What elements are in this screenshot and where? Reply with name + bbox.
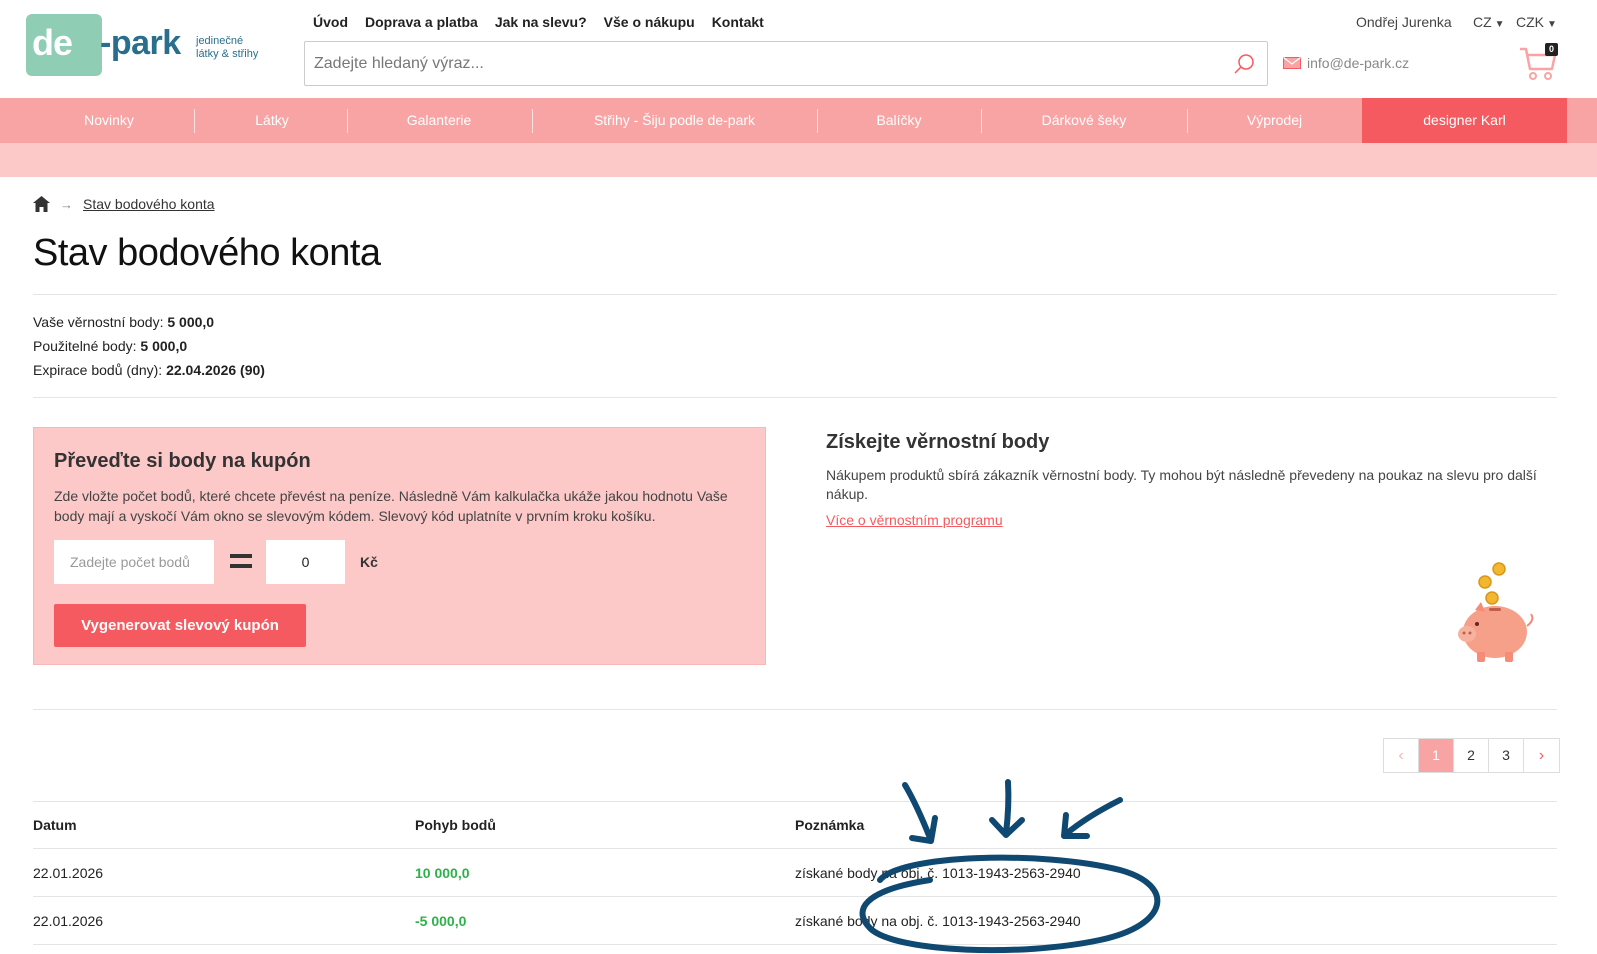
cell-note: získané body na obj. č. 1013-1943-2563-2…	[795, 913, 1081, 929]
column-header-date: Datum	[33, 817, 77, 833]
pagination-page-2[interactable]: 2	[1454, 739, 1489, 772]
currency-label: Kč	[360, 554, 378, 570]
logo-tagline: jedinečné látky & střihy	[196, 35, 276, 61]
cell-points: 10 000,0	[415, 865, 470, 881]
category-balicky[interactable]: Balíčky	[817, 98, 981, 143]
user-account-link[interactable]: Ondřej Jurenka	[1356, 14, 1452, 30]
logo-tagline-line-1: jedinečné	[196, 35, 244, 47]
email-text: info@de-park.cz	[1307, 55, 1410, 71]
search-input[interactable]	[305, 42, 1205, 85]
cell-note: získané body na obj. č. 1013-1943-2563-2…	[795, 865, 1081, 881]
usable-points-row: Použitelné body: 5 000,0	[33, 334, 265, 358]
loyalty-program-link[interactable]: Více o věrnostním programu	[826, 512, 1003, 528]
equals-icon	[230, 552, 252, 572]
page-title: Stav bodového konta	[33, 232, 381, 274]
search-box	[304, 41, 1268, 86]
language-select[interactable]: CZ ▼	[1473, 14, 1505, 30]
piggy-bank-icon	[1458, 562, 1534, 662]
search-icon[interactable]	[1233, 53, 1255, 75]
coupon-converter: Převeďte si body na kupón Zde vložte poč…	[33, 427, 766, 665]
logo[interactable]: de -park jedinečné látky & střihy	[23, 11, 276, 80]
points-history-table: Datum Pohyb bodů Poznámka 22.01.2026 10 …	[33, 801, 1557, 945]
pagination-page-1[interactable]: 1	[1419, 739, 1454, 772]
points-input[interactable]	[54, 540, 214, 584]
logo-stamp: de	[23, 11, 105, 79]
language-value: CZ	[1473, 14, 1492, 30]
logo-tagline-line-2: látky & střihy	[196, 48, 259, 60]
usable-points-value: 5 000,0	[140, 338, 188, 354]
logo-park-text: -park	[100, 24, 181, 62]
expiry-value: 22.04.2026 (90)	[166, 362, 265, 378]
cart-count-badge: 0	[1545, 43, 1558, 56]
column-header-note: Poznámka	[795, 817, 865, 833]
category-darkove-seky[interactable]: Dárkové šeky	[981, 98, 1187, 143]
envelope-icon	[1283, 57, 1301, 69]
category-subbar	[0, 143, 1597, 177]
home-icon[interactable]	[33, 196, 50, 212]
loyalty-info-title: Získejte věrnostní body	[826, 431, 1050, 453]
coupon-value-field: 0	[266, 540, 345, 584]
table-row: 22.01.2026 10 000,0 získané body na obj.…	[33, 849, 1557, 897]
breadcrumb-current[interactable]: Stav bodového konta	[83, 196, 215, 212]
usable-points-label: Použitelné body:	[33, 338, 137, 354]
arrow-right-icon: →	[60, 196, 73, 212]
cell-date: 22.01.2026	[33, 913, 104, 929]
divider	[33, 397, 1557, 398]
table-header-row: Datum Pohyb bodů Poznámka	[33, 801, 1557, 849]
pagination-page-3[interactable]: 3	[1489, 739, 1524, 772]
chevron-down-icon: ▼	[1547, 19, 1557, 30]
category-vyprodej[interactable]: Výprodej	[1187, 98, 1362, 143]
divider	[33, 294, 1557, 295]
coupon-title: Převeďte si body na kupón	[54, 450, 311, 472]
category-galanterie[interactable]: Galanterie	[347, 98, 531, 143]
logo-de-text: de	[32, 22, 73, 63]
loyalty-info-text: Nákupem produktů sbírá zákazník věrnostn…	[826, 467, 1537, 502]
chevron-down-icon: ▼	[1494, 19, 1505, 30]
category-strihy[interactable]: Střihy - Šiju podle de-park	[532, 98, 817, 143]
expiry-label: Expirace bodů (dny):	[33, 362, 163, 378]
currency-select[interactable]: CZK ▼	[1516, 14, 1557, 30]
table-row: 22.01.2026 -5 000,0 získané body na obj.…	[33, 897, 1557, 945]
topnav-doprava[interactable]: Doprava a platba	[365, 14, 478, 30]
currency-value: CZK	[1516, 14, 1544, 30]
cell-points: -5 000,0	[415, 913, 467, 929]
topnav-jak-na-slevu[interactable]: Jak na slevu?	[495, 14, 587, 30]
category-latky[interactable]: Látky	[194, 98, 350, 143]
loyalty-points-row: Vaše věrnostní body: 5 000,0	[33, 310, 265, 334]
pagination: ‹ 1 2 3 ›	[1383, 738, 1560, 773]
category-designer-karl[interactable]: designer Karl	[1362, 98, 1567, 143]
cell-date: 22.01.2026	[33, 865, 104, 881]
category-novinky[interactable]: Novinky	[0, 98, 218, 143]
loyalty-points-label: Vaše věrnostní body:	[33, 314, 164, 330]
topnav-vse-o-nakupu[interactable]: Vše o nákupu	[604, 14, 695, 30]
pagination-prev-button[interactable]: ‹	[1384, 739, 1419, 772]
email-link[interactable]: info@de-park.cz	[1283, 55, 1409, 71]
pagination-next-button[interactable]: ›	[1524, 739, 1559, 772]
top-navigation: Úvod Doprava a platba Jak na slevu? Vše …	[313, 14, 781, 30]
divider	[33, 709, 1557, 710]
header: de -park jedinečné látky & střihy Úvod D…	[0, 0, 1597, 98]
topnav-kontakt[interactable]: Kontakt	[712, 14, 764, 30]
topnav-uvod[interactable]: Úvod	[313, 14, 348, 30]
coupon-description: Zde vložte počet bodů, které chcete přev…	[54, 488, 728, 524]
loyalty-points-value: 5 000,0	[167, 314, 215, 330]
category-navigation: Novinky Látky Galanterie Střihy - Šiju p…	[0, 98, 1597, 143]
expiry-row: Expirace bodů (dny): 22.04.2026 (90)	[33, 358, 265, 382]
generate-coupon-button[interactable]: Vygenerovat slevový kupón	[54, 604, 306, 647]
breadcrumb: → Stav bodového konta	[33, 196, 215, 212]
column-header-points: Pohyb bodů	[415, 817, 496, 833]
points-summary: Vaše věrnostní body: 5 000,0 Použitelné …	[33, 310, 265, 382]
